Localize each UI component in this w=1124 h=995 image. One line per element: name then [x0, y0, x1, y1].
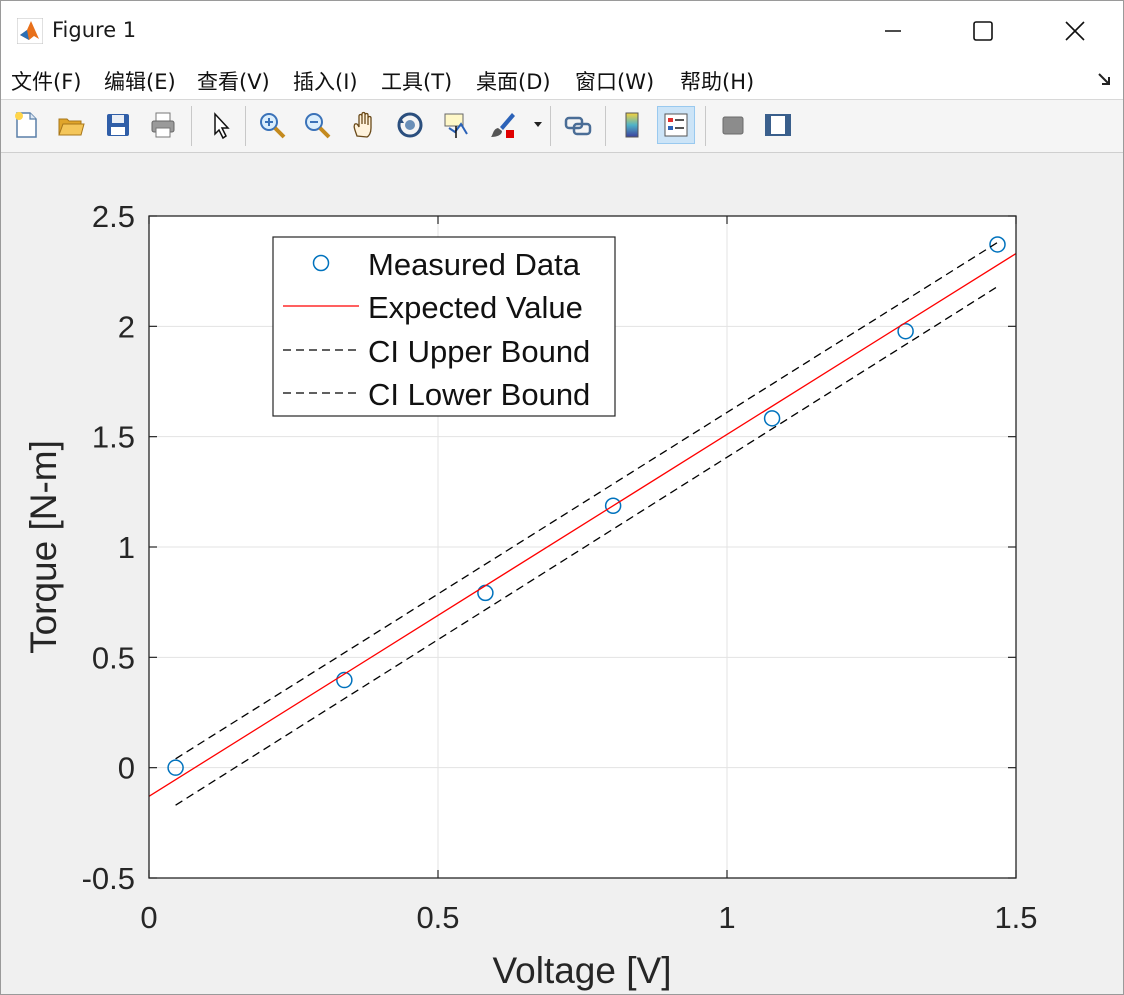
y-tick-label: 0.5	[92, 640, 135, 675]
x-tick-label: 1.5	[994, 900, 1037, 935]
maximize-icon	[973, 21, 993, 41]
save-icon	[107, 114, 129, 136]
save-button[interactable]	[99, 106, 137, 144]
zoom-in-button[interactable]	[253, 106, 291, 144]
print-button[interactable]	[144, 106, 182, 144]
menu-insert[interactable]: 插入(I)	[293, 66, 358, 96]
colorbar-icon	[625, 112, 639, 138]
menu-edit[interactable]: 编辑(E)	[104, 66, 176, 96]
legend-label-lower: CI Lower Bound	[368, 377, 590, 412]
show-plot-tools-icon	[765, 114, 791, 136]
y-tick-label: 2	[118, 309, 135, 344]
legend-button[interactable]	[657, 106, 695, 144]
chart: 0 0.5 1 1.5-0.500.511.522.5 Voltage [V] Tor…	[23, 199, 1038, 991]
dock-figure-icon[interactable]	[1097, 71, 1113, 87]
figure-toolbar	[1, 100, 1123, 153]
colorbar-button[interactable]	[613, 106, 651, 144]
zoom-in-icon	[260, 113, 286, 139]
zoom-out-button[interactable]	[298, 106, 336, 144]
brush-icon	[491, 113, 515, 138]
brush-button[interactable]	[484, 106, 522, 144]
x-tick-label: 0.5	[416, 900, 459, 935]
hide-plot-tools-button[interactable]	[714, 106, 752, 144]
open-file-icon	[58, 118, 85, 136]
y-tick-label: 1	[118, 530, 135, 565]
link-plot-button[interactable]	[559, 106, 597, 144]
x-tick-label: 0	[140, 900, 157, 935]
toolbar-separator	[191, 106, 192, 146]
toolbar-separator	[705, 106, 706, 146]
menu-desktop[interactable]: 桌面(D)	[476, 66, 551, 96]
menu-window[interactable]: 窗口(W)	[575, 66, 654, 96]
pan-icon	[353, 111, 372, 138]
rotate-3d-button[interactable]	[391, 106, 429, 144]
legend-icon	[664, 113, 688, 137]
pointer-button[interactable]	[201, 106, 239, 144]
close-icon	[1065, 21, 1085, 41]
minimize-button[interactable]	[847, 1, 939, 61]
y-tick-label: 1.5	[92, 420, 135, 455]
toolbar-separator	[605, 106, 606, 146]
toolbar-separator	[245, 106, 246, 146]
legend[interactable]: Measured Data Expected Value CI Upper Bo…	[272, 236, 616, 417]
menu-bar: 文件(F) 编辑(E) 查看(V) 插入(I) 工具(T) 桌面(D) 窗口(W…	[1, 61, 1123, 100]
y-tick-label: 0	[118, 751, 135, 786]
link-plot-icon	[564, 116, 592, 136]
legend-label-expected: Expected Value	[368, 290, 583, 325]
hide-plot-tools-icon	[722, 116, 744, 135]
new-figure-icon	[15, 112, 37, 138]
pointer-icon	[214, 112, 230, 140]
new-figure-button[interactable]	[7, 106, 45, 144]
x-axis-label: Voltage [V]	[493, 950, 672, 991]
y-axis-label: Torque [N-m]	[23, 440, 64, 654]
zoom-out-icon	[305, 113, 331, 139]
menu-view[interactable]: 查看(V)	[197, 66, 270, 96]
menu-file[interactable]: 文件(F)	[11, 66, 81, 96]
data-cursor-icon	[444, 113, 468, 138]
close-button[interactable]	[1029, 1, 1121, 61]
brush-dropdown-icon[interactable]	[533, 121, 543, 129]
legend-label-upper: CI Upper Bound	[368, 334, 590, 369]
pan-button[interactable]	[345, 106, 383, 144]
print-icon	[151, 112, 175, 138]
x-tick-label: 1	[718, 900, 735, 935]
toolbar-separator	[550, 106, 551, 146]
legend-label-measured: Measured Data	[368, 247, 581, 282]
figure-canvas: 0 0.5 1 1.5 -0.5 0 0.5 1 1.5 2 2.5 Voltage [V] Tor…	[1, 153, 1123, 994]
figure-window: Figure 1 文件(F) 编辑(E) 查看(V) 插入(I) 工具(T) 桌…	[0, 0, 1124, 995]
menu-help[interactable]: 帮助(H)	[680, 66, 754, 96]
show-plot-tools-button[interactable]	[759, 106, 797, 144]
data-cursor-button[interactable]	[437, 106, 475, 144]
rotate-3d-icon	[397, 112, 423, 138]
title-bar: Figure 1	[1, 1, 1123, 61]
y-tick-label: 2.5	[92, 199, 135, 234]
open-file-button[interactable]	[52, 106, 90, 144]
minimize-icon	[885, 30, 901, 32]
matlab-logo-icon	[17, 18, 43, 44]
menu-tools[interactable]: 工具(T)	[381, 66, 452, 96]
maximize-button[interactable]	[937, 1, 1029, 61]
window-title: Figure 1	[52, 18, 137, 42]
y-tick-label: -0.5	[82, 861, 135, 896]
